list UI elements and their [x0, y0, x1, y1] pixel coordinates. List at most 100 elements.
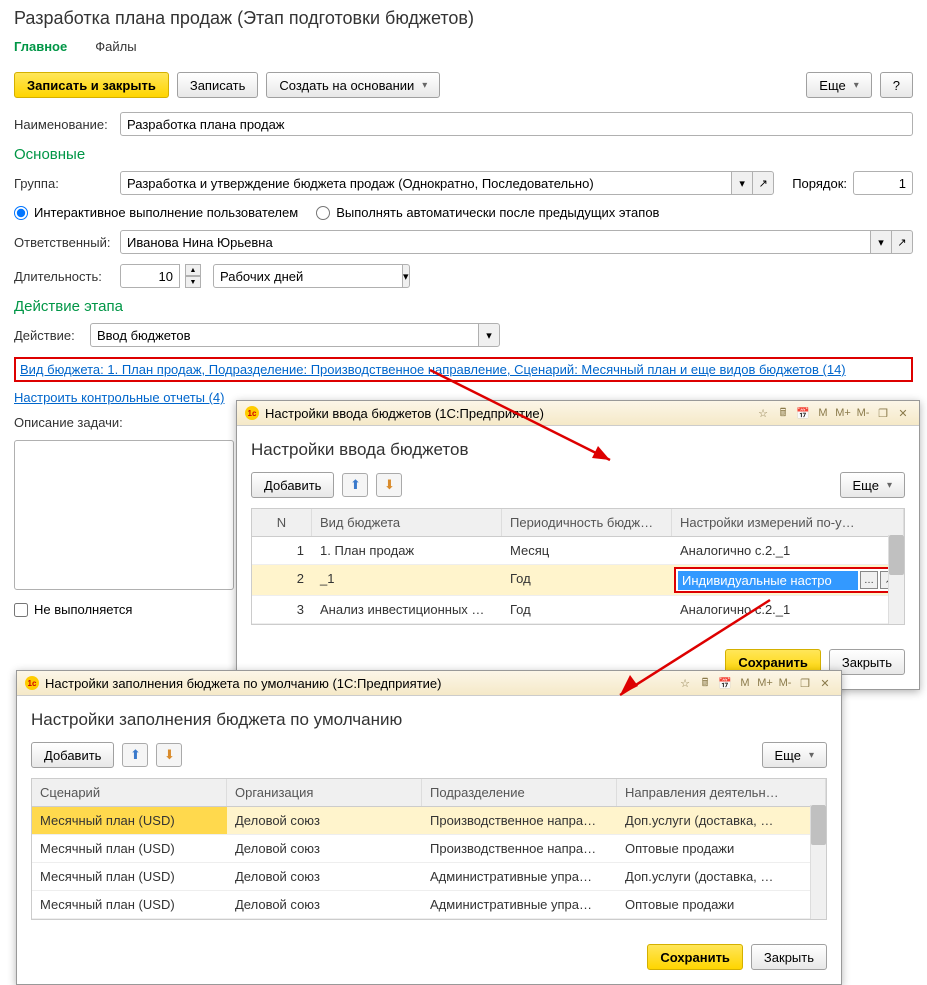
col-settings[interactable]: Настройки измерений по-у… — [672, 509, 904, 536]
open-icon[interactable]: ↗ — [752, 171, 774, 195]
save-close-button[interactable]: Записать и закрыть — [14, 72, 169, 98]
save-button[interactable]: Сохранить — [647, 944, 743, 970]
open-icon[interactable]: ↗ — [891, 230, 913, 254]
dropdown-icon[interactable]: ▾ — [870, 230, 892, 254]
radio-interactive-input[interactable] — [14, 206, 28, 220]
move-down-button[interactable]: ⬇ — [156, 743, 182, 767]
dialog-titlebar[interactable]: 1c Настройки ввода бюджетов (1С:Предприя… — [237, 401, 919, 426]
window-icon[interactable]: ❐ — [875, 405, 891, 421]
settings-cell-editor[interactable]: Индивидуальные настро … ↗ — [674, 567, 902, 593]
action-label: Действие: — [14, 328, 84, 343]
grid-row[interactable]: 2 _1 Год Индивидуальные настро … ↗ — [252, 565, 904, 596]
name-input[interactable] — [120, 112, 913, 136]
budget-settings-dialog: 1c Настройки ввода бюджетов (1С:Предприя… — [236, 400, 920, 690]
dropdown-icon[interactable]: ▾ — [478, 323, 500, 347]
close-icon[interactable]: ✕ — [817, 675, 833, 691]
budget-grid: N Вид бюджета Периодичность бюдж… Настро… — [251, 508, 905, 625]
task-desc-label: Описание задачи: — [14, 415, 123, 430]
close-icon[interactable]: ✕ — [895, 405, 911, 421]
tabs: Главное Файлы — [14, 39, 913, 58]
main-toolbar: Записать и закрыть Записать Создать на о… — [14, 72, 913, 98]
dropdown-icon[interactable]: ▾ — [402, 264, 410, 288]
logo-1c-icon: 1c — [245, 406, 259, 420]
move-down-button[interactable]: ⬇ — [376, 473, 402, 497]
grid-row[interactable]: Месячный план (USD) Деловой союз Админис… — [32, 863, 826, 891]
col-scenario[interactable]: Сценарий — [32, 779, 227, 806]
task-desc-textarea[interactable] — [14, 440, 234, 590]
grid-row[interactable]: Месячный план (USD) Деловой союз Произво… — [32, 807, 826, 835]
mminus-icon[interactable]: M- — [777, 675, 793, 691]
add-button[interactable]: Добавить — [251, 472, 334, 498]
arrow-down-icon: ⬇ — [384, 477, 395, 493]
col-org[interactable]: Организация — [227, 779, 422, 806]
arrow-down-icon: ⬇ — [164, 747, 175, 763]
more-button[interactable]: Еще — [806, 72, 871, 98]
page-title: Разработка плана продаж (Этап подготовки… — [14, 8, 913, 29]
col-n[interactable]: N — [252, 509, 312, 536]
section-action: Действие этапа — [14, 298, 913, 315]
more-button[interactable]: Еще — [762, 742, 827, 768]
close-button[interactable]: Закрыть — [751, 944, 827, 970]
move-up-button[interactable]: ⬆ — [122, 743, 148, 767]
radio-interactive[interactable]: Интерактивное выполнение пользователем — [14, 205, 298, 220]
arrow-up-icon: ⬆ — [350, 477, 361, 493]
grid-row[interactable]: Месячный план (USD) Деловой союз Произво… — [32, 835, 826, 863]
not-done-input[interactable] — [14, 603, 28, 617]
mminus-icon[interactable]: M- — [855, 405, 871, 421]
duration-unit-input[interactable] — [213, 264, 403, 288]
add-button[interactable]: Добавить — [31, 742, 114, 768]
col-dept[interactable]: Подразделение — [422, 779, 617, 806]
calendar-icon[interactable]: 📅 — [717, 675, 733, 691]
more-button[interactable]: Еще — [840, 472, 905, 498]
m-icon[interactable]: M — [815, 405, 831, 421]
duration-label: Длительность: — [14, 269, 114, 284]
scrollbar[interactable] — [810, 805, 826, 919]
group-input[interactable] — [120, 171, 732, 195]
dialog-titlebar[interactable]: 1c Настройки заполнения бюджета по умолч… — [17, 671, 841, 696]
tab-main[interactable]: Главное — [14, 39, 67, 58]
name-label: Наименование: — [14, 117, 114, 132]
tab-files[interactable]: Файлы — [95, 39, 136, 58]
save-button[interactable]: Записать — [177, 72, 259, 98]
mplus-icon[interactable]: M+ — [835, 405, 851, 421]
mplus-icon[interactable]: M+ — [757, 675, 773, 691]
ellipsis-icon[interactable]: … — [860, 571, 878, 589]
help-button[interactable]: ? — [880, 72, 913, 98]
action-input[interactable] — [90, 323, 479, 347]
default-settings-dialog: 1c Настройки заполнения бюджета по умолч… — [16, 670, 842, 985]
window-icon[interactable]: ❐ — [797, 675, 813, 691]
defaults-grid: Сценарий Организация Подразделение Напра… — [31, 778, 827, 920]
arrow-up-icon: ⬆ — [130, 747, 141, 763]
grid-row[interactable]: 1 1. План продаж Месяц Аналогично с.2._1 — [252, 537, 904, 565]
calc-icon[interactable]: 🖩 — [697, 675, 713, 691]
spinner-down-icon[interactable]: ▼ — [185, 276, 201, 288]
col-budget[interactable]: Вид бюджета — [312, 509, 502, 536]
responsible-input[interactable] — [120, 230, 871, 254]
grid-row[interactable]: 3 Анализ инвестиционных … Год Аналогично… — [252, 596, 904, 624]
radio-auto[interactable]: Выполнять автоматически после предыдущих… — [316, 205, 659, 220]
title-icon[interactable]: ☆ — [755, 405, 771, 421]
col-dir[interactable]: Направления деятельн… — [617, 779, 826, 806]
order-label: Порядок: — [792, 176, 847, 191]
grid-row[interactable]: Месячный план (USD) Деловой союз Админис… — [32, 891, 826, 919]
spinner-up-icon[interactable]: ▲ — [185, 264, 201, 276]
calendar-icon[interactable]: 📅 — [795, 405, 811, 421]
col-period[interactable]: Периодичность бюдж… — [502, 509, 672, 536]
group-label: Группа: — [14, 176, 114, 191]
move-up-button[interactable]: ⬆ — [342, 473, 368, 497]
dropdown-icon[interactable]: ▾ — [731, 171, 753, 195]
scrollbar[interactable] — [888, 535, 904, 624]
reports-link[interactable]: Настроить контрольные отчеты (4) — [14, 390, 225, 405]
m-icon[interactable]: M — [737, 675, 753, 691]
radio-auto-input[interactable] — [316, 206, 330, 220]
create-based-button[interactable]: Создать на основании — [266, 72, 440, 98]
dialog-heading: Настройки заполнения бюджета по умолчани… — [31, 710, 827, 730]
order-input[interactable] — [853, 171, 913, 195]
dialog-heading: Настройки ввода бюджетов — [251, 440, 905, 460]
budget-type-link[interactable]: Вид бюджета: 1. План продаж, Подразделен… — [20, 362, 846, 377]
title-icon[interactable]: ☆ — [677, 675, 693, 691]
duration-input[interactable] — [120, 264, 180, 288]
calc-icon[interactable]: 🖩 — [775, 405, 791, 421]
section-main: Основные — [14, 146, 913, 163]
logo-1c-icon: 1c — [25, 676, 39, 690]
